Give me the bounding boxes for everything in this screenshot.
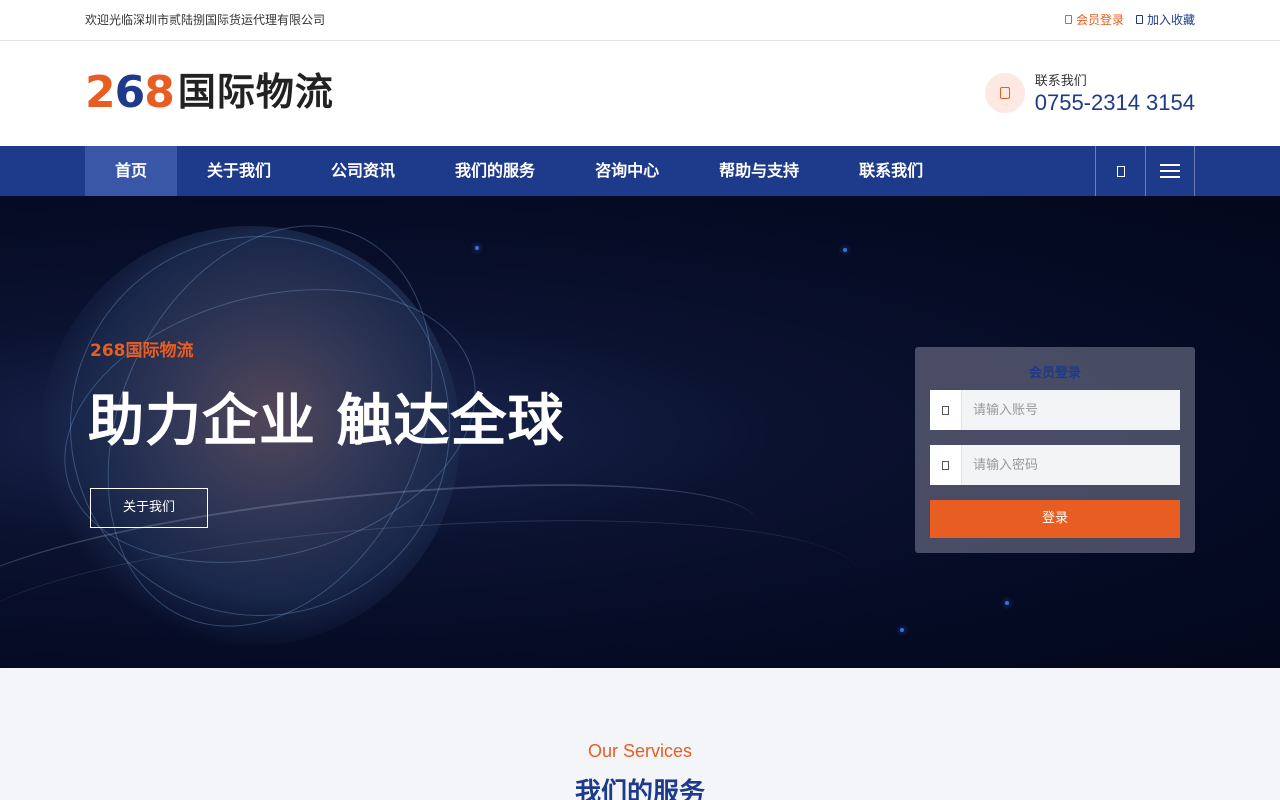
favorite-icon <box>1135 15 1143 24</box>
services-title: 我们的服务 <box>574 778 705 800</box>
light-dot <box>1005 601 1009 605</box>
light-dot <box>475 246 479 250</box>
top-links: 会员登录 加入收藏 <box>1064 11 1195 28</box>
nav-item-news[interactable]: 公司资讯 <box>301 146 425 196</box>
logo-number: 268 <box>85 67 175 118</box>
member-login-label: 会员登录 <box>1075 13 1124 27</box>
top-bar: 欢迎光临深圳市贰陆捌国际货运代理有限公司 会员登录 加入收藏 <box>0 0 1280 41</box>
nav-item-home[interactable]: 首页 <box>85 146 178 196</box>
contact-block: 联系我们 0755-2314 3154 <box>984 70 1195 116</box>
search-icon <box>1116 165 1125 177</box>
add-favorite-label: 加入收藏 <box>1146 13 1195 27</box>
member-icon <box>1064 15 1072 24</box>
light-dot <box>843 248 847 252</box>
contact-text: 联系我们 0755-2314 3154 <box>1035 70 1195 116</box>
member-login-link[interactable]: 会员登录 <box>1064 11 1124 28</box>
login-button[interactable]: 登录 <box>930 500 1180 538</box>
nav-item-about[interactable]: 关于我们 <box>177 146 301 196</box>
phone-icon <box>984 73 1025 113</box>
login-panel: 会员登录 登录 <box>915 347 1195 553</box>
menu-icon <box>1160 164 1180 178</box>
services-english-title: Our Services <box>587 741 693 761</box>
hero-banner: 268国际物流 助力企业 触达全球 关于我们 会员登录 登录 <box>0 196 1280 668</box>
nav-item-support[interactable]: 帮助与支持 <box>689 146 829 196</box>
add-favorite-link[interactable]: 加入收藏 <box>1135 11 1195 28</box>
nav-item-services[interactable]: 我们的服务 <box>425 146 565 196</box>
nav-item-contact[interactable]: 联系我们 <box>829 146 953 196</box>
nav-item-consult[interactable]: 咨询中心 <box>565 146 689 196</box>
contact-phone: 0755-2314 3154 <box>1034 90 1195 115</box>
light-dot <box>900 628 904 632</box>
contact-label: 联系我们 <box>1034 74 1087 89</box>
user-icon <box>930 390 962 430</box>
site-logo[interactable]: 268 国际物流 <box>85 70 334 115</box>
main-nav: 首页 关于我们 公司资讯 我们的服务 咨询中心 帮助与支持 联系我们 <box>0 146 1280 196</box>
hero-subtitle: 268国际物流 <box>90 341 194 361</box>
logo-digit-2: 6 <box>114 67 146 118</box>
nav-tools <box>1095 146 1195 196</box>
password-input[interactable] <box>962 445 1180 485</box>
password-field <box>930 445 1180 485</box>
username-input[interactable] <box>962 390 1180 430</box>
username-field <box>930 390 1180 430</box>
logo-text: 国际物流 <box>177 70 334 114</box>
menu-button[interactable] <box>1145 146 1195 196</box>
login-title: 会员登录 <box>1028 366 1081 381</box>
hero-title: 助力企业 触达全球 <box>88 389 565 454</box>
site-header: 268 国际物流 联系我们 0755-2314 3154 <box>0 41 1280 146</box>
logo-digit-3: 8 <box>144 67 175 118</box>
lock-icon <box>930 445 962 485</box>
welcome-text: 欢迎光临深圳市贰陆捌国际货运代理有限公司 <box>85 13 326 27</box>
nav-items: 首页 关于我们 公司资讯 我们的服务 咨询中心 帮助与支持 联系我们 <box>85 146 953 196</box>
logo-digit-1: 2 <box>85 67 116 118</box>
services-section: Our Services 我们的服务 <box>0 668 1280 800</box>
about-us-button[interactable]: 关于我们 <box>90 488 208 528</box>
search-button[interactable] <box>1095 146 1145 196</box>
